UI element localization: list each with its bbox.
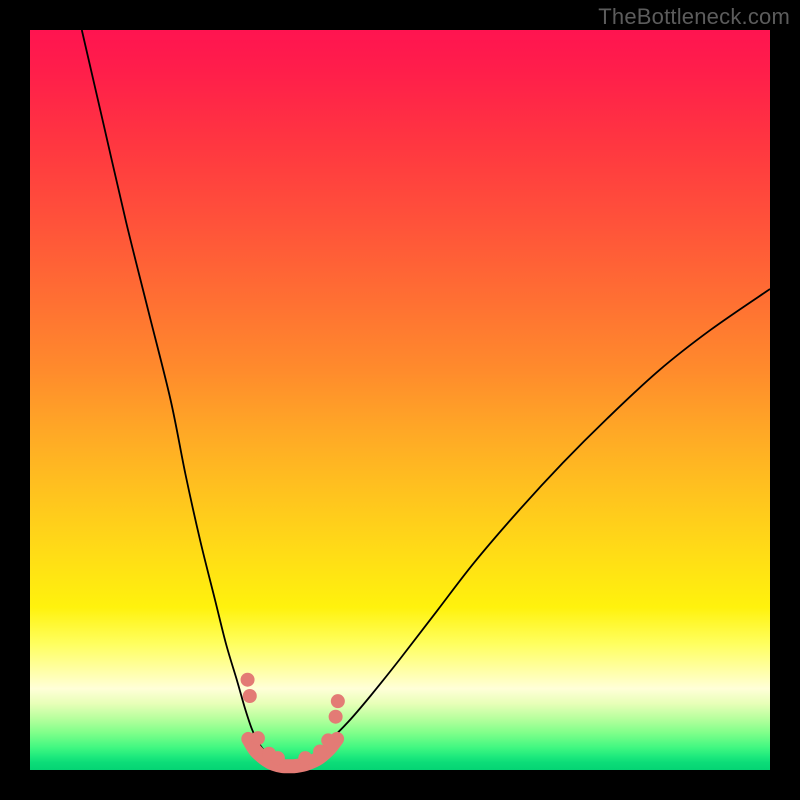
data-marker [243,689,257,703]
data-marker [271,751,285,765]
data-marker [251,731,265,745]
right-curve [296,289,770,765]
curve-layer [82,30,770,766]
left-curve [82,30,282,765]
watermark-text: TheBottleneck.com [598,4,790,30]
data-marker [298,751,312,765]
chart-frame: TheBottleneck.com [0,0,800,800]
data-marker [329,710,343,724]
data-marker [241,673,255,687]
chart-svg [30,30,770,770]
plot-area [30,30,770,770]
data-marker [331,694,345,708]
data-marker [321,733,335,747]
